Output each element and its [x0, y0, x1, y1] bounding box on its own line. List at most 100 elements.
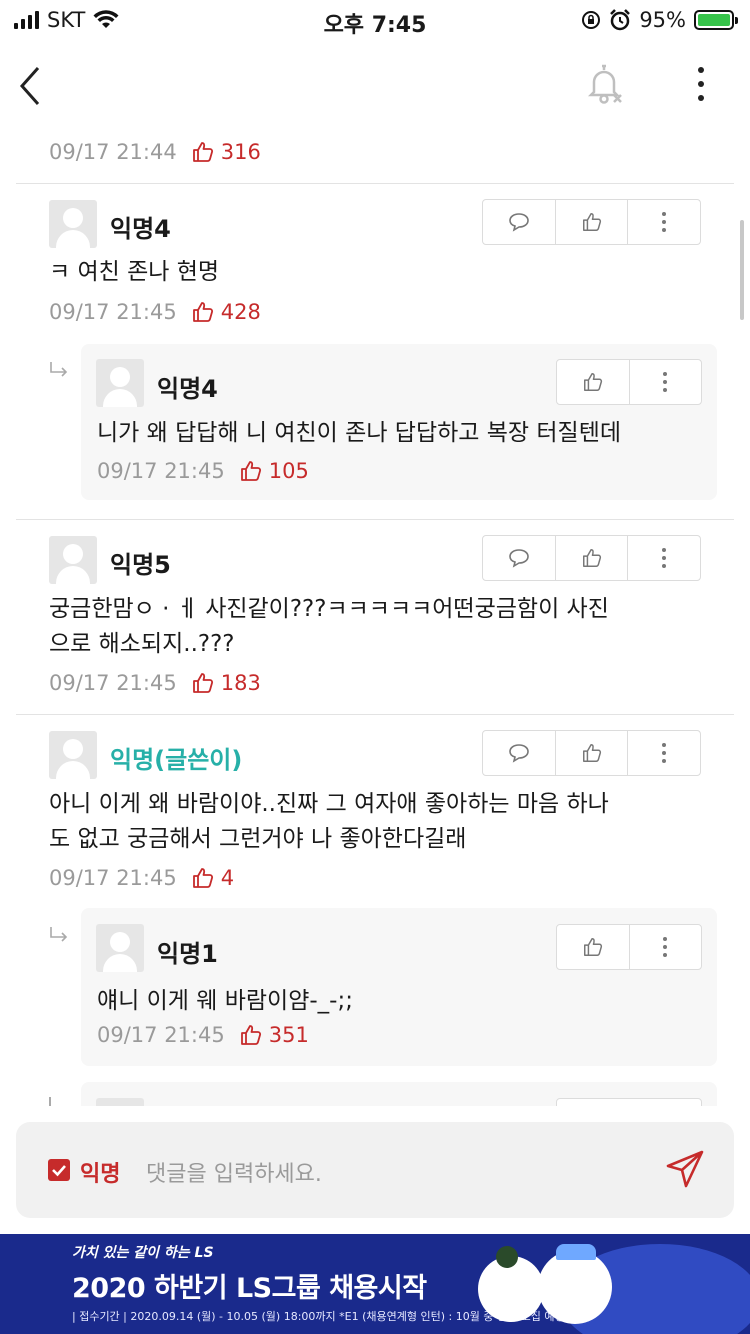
comment-meta: 09/17 21:44 316 — [49, 140, 261, 164]
back-icon[interactable] — [16, 64, 46, 108]
comment-meta: 09/17 21:45 351 — [97, 1023, 309, 1047]
like-button[interactable] — [557, 925, 629, 969]
speech-bubble-icon — [509, 213, 529, 232]
comment-text-line: 도 없고 궁금해서 그런거야 나 좋아한다길래 — [49, 826, 467, 852]
reply-arrow-icon — [50, 927, 68, 942]
thumbs-up-icon — [192, 673, 213, 693]
battery-percent: 95% — [639, 8, 686, 32]
more-options-icon — [662, 743, 667, 763]
commenter-name: 익명4 — [110, 215, 171, 243]
avatar — [49, 200, 97, 248]
comment-meta: 09/17 21:45 4 — [49, 866, 234, 890]
like-count: 4 — [220, 866, 235, 890]
like-button[interactable] — [554, 731, 628, 775]
banner-headline: 2020 하반기 LS그룹 채용시작 — [72, 1273, 427, 1304]
more-options-icon — [663, 937, 668, 957]
thumbs-up-icon — [582, 744, 601, 762]
mascot-sprout — [496, 1246, 518, 1268]
divider — [16, 714, 734, 715]
avatar — [96, 924, 144, 972]
thumbs-up-icon — [583, 938, 602, 956]
thumbs-up-icon — [583, 373, 602, 391]
comment-date: 09/17 21:45 — [97, 459, 225, 483]
more-options-icon — [663, 372, 668, 392]
thumbs-up-icon — [240, 1025, 261, 1045]
comment-text-line: 아니 이게 왜 바람이야..진짜 그 여자애 좋아하는 마음 하나 — [49, 791, 609, 817]
thumbs-up-icon — [192, 142, 213, 162]
comment-text: ㅋ 여친 존나 현명 — [49, 259, 220, 285]
top-nav — [0, 42, 750, 128]
divider — [16, 519, 734, 520]
like-button[interactable] — [554, 200, 628, 244]
commenter-name: 익명4 — [157, 375, 218, 403]
comment-more-button[interactable] — [627, 200, 700, 244]
comment-more-button[interactable] — [628, 925, 702, 969]
comment-meta: 09/17 21:45 183 — [49, 671, 261, 695]
more-options-icon — [662, 548, 667, 568]
thumbs-up-icon — [192, 302, 213, 322]
thumbs-up-icon — [582, 213, 601, 231]
battery-icon — [694, 10, 738, 30]
reply-arrow-icon — [50, 362, 68, 377]
thumbs-up-icon — [582, 549, 601, 567]
send-icon[interactable] — [664, 1148, 706, 1190]
comment-text-line: 으로 해소되지..??? — [49, 631, 235, 657]
comment-input[interactable]: 댓글을 입력하세요. — [146, 1156, 322, 1188]
comment-date: 09/17 21:45 — [49, 671, 177, 695]
avatar — [49, 731, 97, 779]
comment-actions — [482, 535, 701, 581]
reply-button[interactable] — [483, 200, 555, 244]
anonymous-checkbox[interactable] — [48, 1159, 70, 1181]
like-count: 105 — [268, 459, 309, 483]
reply-button[interactable] — [483, 731, 555, 775]
next-reply-peek — [0, 1082, 750, 1106]
comment-date: 09/17 21:44 — [49, 140, 177, 164]
more-options-icon[interactable] — [686, 62, 716, 106]
like-count: 351 — [268, 1023, 309, 1047]
speech-bubble-icon — [509, 744, 529, 763]
commenter-name: 익명1 — [157, 940, 218, 968]
like-count: 316 — [220, 140, 261, 164]
comment-meta: 09/17 21:45 428 — [49, 300, 261, 324]
comment-date: 09/17 21:45 — [49, 300, 177, 324]
ad-banner[interactable]: 가치 있는 같이 하는 LS 2020 하반기 LS그룹 채용시작 | 접수기간… — [0, 1234, 750, 1334]
status-bar: SKT 오후 7:45 95% — [0, 0, 750, 42]
avatar — [96, 359, 144, 407]
divider — [16, 183, 734, 184]
comment-input-bar: 익명 댓글을 입력하세요. — [16, 1122, 734, 1218]
anonymous-label[interactable]: 익명 — [80, 1156, 120, 1188]
mascot-cap — [556, 1244, 596, 1260]
avatar — [49, 536, 97, 584]
comment-actions — [556, 359, 702, 405]
thumbs-up-icon — [192, 868, 213, 888]
comment-more-button[interactable] — [627, 731, 700, 775]
comment-actions — [482, 730, 701, 776]
status-right: 95% — [581, 8, 738, 32]
comment-text-line: 궁금한맘ㅇ · ㅔ 사진같이???ㅋㅋㅋㅋㅋ어떤궁금함이 사진 — [49, 596, 609, 622]
reply-button[interactable] — [483, 536, 555, 580]
comment-actions — [482, 199, 701, 245]
comment-text: 니가 왜 답답해 니 여친이 존나 답답하고 복장 터질텐데 — [97, 420, 622, 446]
like-button[interactable] — [554, 536, 628, 580]
like-count: 428 — [220, 300, 261, 324]
banner-slogan: 가치 있는 같이 하는 LS — [72, 1245, 214, 1261]
more-options-icon — [662, 212, 667, 232]
mascot-right — [538, 1250, 612, 1324]
speech-bubble-icon — [509, 549, 529, 568]
reply-comment: 익명4 니가 왜 답답해 니 여친이 존나 답답하고 복장 터질텐데 09/17… — [81, 344, 717, 500]
author-name: 익명(글쓴이) — [110, 746, 243, 774]
checkmark-icon — [52, 1165, 66, 1177]
comment-more-button[interactable] — [627, 536, 700, 580]
like-button[interactable] — [557, 360, 629, 404]
thumbs-up-icon — [240, 461, 261, 481]
comment-actions — [556, 924, 702, 970]
comment-date: 09/17 21:45 — [49, 866, 177, 890]
comment-text: 얘니 이게 웨 바람이얌-_-;; — [97, 988, 353, 1014]
comment-more-button[interactable] — [628, 360, 702, 404]
alarm-icon — [610, 9, 631, 31]
comment-date: 09/17 21:45 — [97, 1023, 225, 1047]
notification-off-icon[interactable] — [584, 62, 626, 106]
scrollbar[interactable] — [740, 220, 744, 320]
commenter-name: 익명5 — [110, 551, 171, 579]
like-count: 183 — [220, 671, 261, 695]
